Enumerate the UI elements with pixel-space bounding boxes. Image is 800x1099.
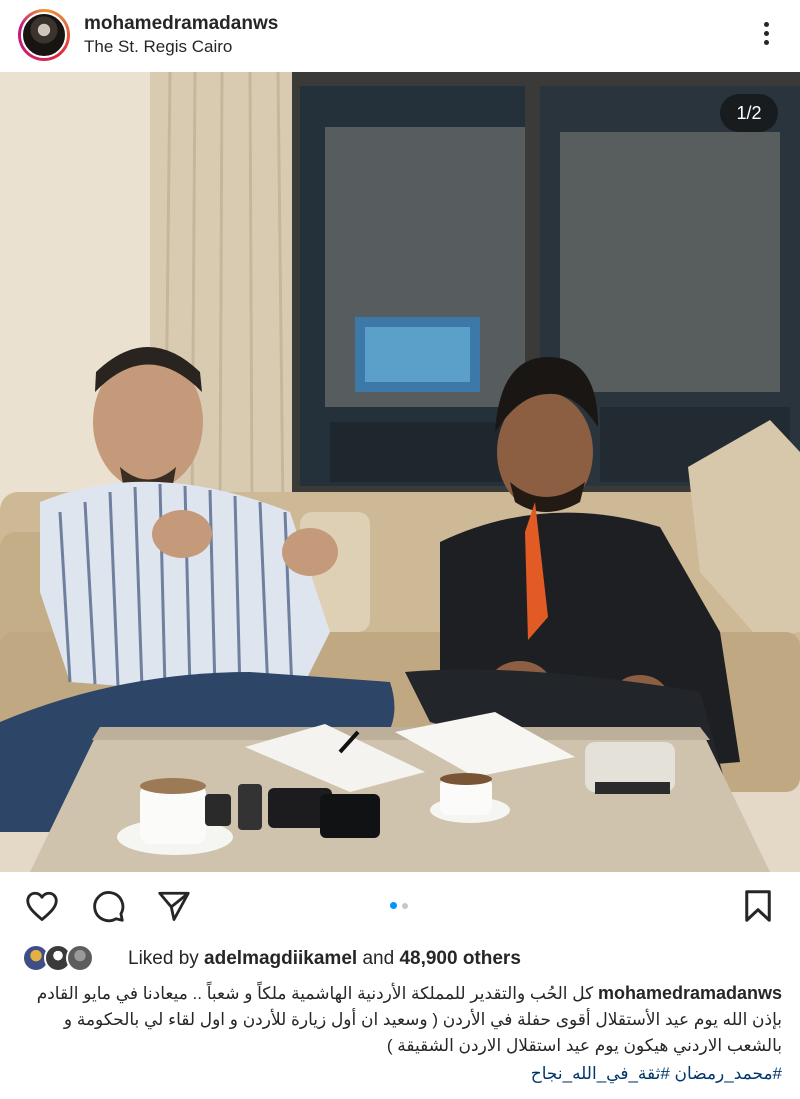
send-icon[interactable] bbox=[156, 888, 192, 924]
action-bar bbox=[0, 872, 800, 938]
likes-summary[interactable]: Liked by adelmagdiikamel and 48,900 othe… bbox=[22, 942, 782, 974]
photo-illustration bbox=[0, 72, 800, 872]
heart-icon[interactable] bbox=[24, 888, 60, 924]
profile-avatar[interactable] bbox=[18, 9, 70, 61]
photo-counter-badge: 1/2 bbox=[720, 94, 778, 132]
comment-icon[interactable] bbox=[90, 888, 126, 924]
liker-avatar bbox=[66, 944, 94, 972]
caption-hashtags[interactable]: #محمد_رمضان #ثقة_في_الله_نجاح bbox=[18, 1064, 782, 1084]
post-location[interactable]: The St. Regis Cairo bbox=[84, 37, 232, 57]
carousel-dot bbox=[402, 903, 408, 909]
post-photo[interactable]: 1/2 bbox=[0, 72, 800, 872]
likes-others-count[interactable]: 48,900 others bbox=[399, 948, 520, 969]
post-caption: mohamedramadanws كل الحُب والتقدير للممل… bbox=[18, 980, 782, 1059]
post-username[interactable]: mohamedramadanws bbox=[84, 13, 278, 35]
likes-prefix: Liked by bbox=[128, 948, 205, 969]
post-header: mohamedramadanws The St. Regis Cairo bbox=[0, 0, 800, 72]
bookmark-icon[interactable] bbox=[740, 888, 776, 924]
more-vertical-icon[interactable] bbox=[752, 20, 780, 48]
likes-and: and bbox=[357, 948, 400, 969]
likes-text: Liked by adelmagdiikamel and 48,900 othe… bbox=[128, 948, 521, 970]
carousel-indicator bbox=[390, 902, 412, 910]
caption-username[interactable]: mohamedramadanws bbox=[598, 983, 782, 1003]
carousel-dot-active bbox=[390, 902, 397, 909]
liked-by-username[interactable]: adelmagdiikamel bbox=[204, 948, 357, 969]
